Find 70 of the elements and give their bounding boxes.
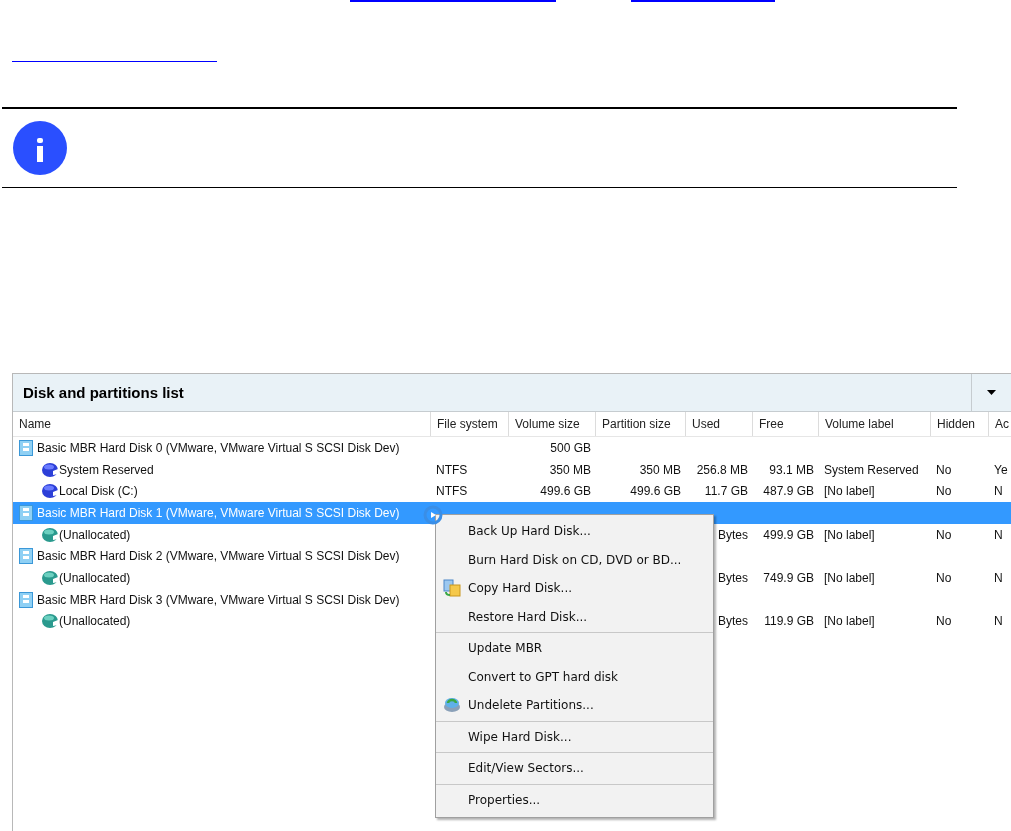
table-cell: No <box>936 570 952 585</box>
table-cell: N <box>994 614 1003 629</box>
copy-disk-icon <box>443 579 461 598</box>
table-cell: Bytes <box>718 527 748 542</box>
column-header[interactable]: Volume label <box>819 412 931 436</box>
tree-item[interactable]: System Reserved <box>13 461 431 478</box>
table-cell: NTFS <box>436 462 468 477</box>
menu-item[interactable]: Update MBR <box>436 634 713 663</box>
table-cell: No <box>936 527 952 542</box>
table-cell: [No label] <box>824 570 875 585</box>
menu-item[interactable]: Edit/View Sectors... <box>436 754 713 783</box>
menu-item[interactable]: Convert to GPT hard disk <box>436 662 713 691</box>
partition-icon <box>41 483 59 500</box>
column-header[interactable]: File system <box>431 412 509 436</box>
column-header[interactable]: Free <box>753 412 819 436</box>
partition-icon <box>41 526 59 543</box>
tree-item[interactable]: (Unallocated) <box>13 569 431 586</box>
table-cell: No <box>936 484 952 499</box>
table-cell: 499.6 GB <box>540 484 591 499</box>
table-cell: [No label] <box>824 614 875 629</box>
column-header[interactable]: Used <box>686 412 753 436</box>
tree-item[interactable]: Basic MBR Hard Disk 2 (VMware, VMware Virtual S SCSI Disk Dev) <box>13 548 431 565</box>
menu-item[interactable]: Copy Hard Disk... <box>436 574 713 603</box>
table-cell: NTFS <box>436 484 468 499</box>
menu-item[interactable]: Wipe Hard Disk... <box>436 722 713 751</box>
recycle-disk-icon <box>443 696 461 715</box>
column-header[interactable]: Partition size <box>596 412 686 436</box>
info-icon <box>12 120 68 176</box>
table-cell: 119.9 GB <box>764 614 814 629</box>
column-header[interactable]: Volume size <box>509 412 596 436</box>
table-cell: Ye <box>994 462 1008 477</box>
table-cell: System Reserved <box>824 462 919 477</box>
table-cell: 256.8 MB <box>696 462 748 477</box>
tree-item[interactable]: Local Disk (C:) <box>13 483 431 500</box>
busy-cursor-icon <box>423 505 443 525</box>
table-cell: 93.1 MB <box>769 462 814 477</box>
table-cell: [No label] <box>824 484 875 499</box>
tree-item[interactable]: Basic MBR Hard Disk 0 (VMware, VMware Virtual S SCSI Disk Dev) <box>13 439 431 456</box>
menu-item[interactable]: Restore Hard Disk... <box>436 602 713 631</box>
panel-title: Disk and partitions list <box>23 384 185 401</box>
table-cell: N <box>994 570 1003 585</box>
menu-item[interactable]: Back Up Hard Disk... <box>436 517 713 546</box>
tree-item[interactable]: (Unallocated) <box>13 526 431 543</box>
column-header[interactable]: Name <box>13 412 431 436</box>
partition-icon <box>41 569 59 586</box>
table-cell: 350 MB <box>639 462 681 477</box>
table-cell: [No label] <box>824 527 875 542</box>
partition-icon <box>41 461 59 478</box>
table-cell: 11.7 GB <box>704 484 748 499</box>
menu-item[interactable]: Properties... <box>436 785 713 814</box>
table-cell: 350 MB <box>549 462 591 477</box>
tree-item[interactable]: (Unallocated) <box>13 613 431 630</box>
caret-icon <box>987 390 996 395</box>
table-cell: No <box>936 614 952 629</box>
table-cell: 487.9 GB <box>763 484 814 499</box>
column-header[interactable]: Hidden <box>931 412 989 436</box>
table-cell: N <box>994 527 1003 542</box>
table-cell: Bytes <box>718 614 748 629</box>
partition-icon <box>41 613 59 630</box>
menu-item[interactable]: Burn Hard Disk on CD, DVD or BD... <box>436 545 713 574</box>
tree-item[interactable]: Basic MBR Hard Disk 3 (VMware, VMware Virtual S SCSI Disk Dev) <box>13 591 431 608</box>
table-cell: 499.9 GB <box>763 527 814 542</box>
table-cell: N <box>994 484 1003 499</box>
table-cell: 499.6 GB <box>630 484 681 499</box>
menu-item[interactable]: Undelete Partitions... <box>436 691 713 720</box>
table-cell: 749.9 GB <box>763 570 814 585</box>
column-header[interactable]: Ac <box>989 412 1011 436</box>
table-cell: 500 GB <box>550 440 591 455</box>
table-cell: Bytes <box>718 570 748 585</box>
table-cell: No <box>936 462 952 477</box>
